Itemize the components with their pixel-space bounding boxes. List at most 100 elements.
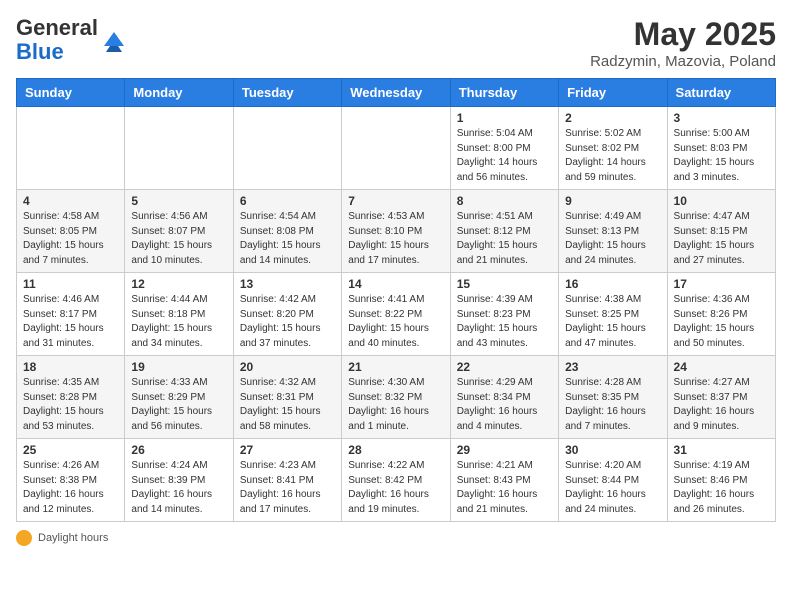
calendar-cell: 10 Sunrise: 4:47 AM Sunset: 8:15 PM Dayli… bbox=[667, 190, 775, 273]
calendar-cell: 31Sunrise: 4:19 AM Sunset: 8:46 PM Dayli… bbox=[667, 439, 775, 522]
day-detail: Sunrise: 4:38 AM Sunset: 8:25 PM Dayligh… bbox=[565, 293, 660, 351]
calendar-cell: 19 Sunrise: 4:33 AM Sunset: 8:29 PM Dayli… bbox=[125, 356, 233, 439]
day-detail: Sunrise: 4:47 AM Sunset: 8:15 PM Dayligh… bbox=[674, 210, 769, 268]
calendar-cell: 30Sunrise: 4:20 AM Sunset: 8:44 PM Dayli… bbox=[559, 439, 667, 522]
day-number: 6 bbox=[240, 194, 335, 208]
day-detail: Sunrise: 5:04 AM Sunset: 8:00 PM Dayligh… bbox=[457, 127, 552, 185]
day-number: 4 bbox=[23, 194, 118, 208]
day-number: 17 bbox=[674, 277, 769, 291]
calendar-cell: 21 Sunrise: 4:30 AM Sunset: 8:32 PM Dayli… bbox=[342, 356, 450, 439]
day-number: 18 bbox=[23, 360, 118, 374]
day-number: 28 bbox=[348, 443, 443, 457]
day-number: 8 bbox=[457, 194, 552, 208]
calendar-header-saturday: Saturday bbox=[667, 79, 775, 107]
day-number: 3 bbox=[674, 111, 769, 125]
logo: General Blue bbox=[16, 16, 128, 64]
day-number: 26 bbox=[131, 443, 226, 457]
calendar-cell: 28 Sunrise: 4:22 AM Sunset: 8:42 PM Dayli… bbox=[342, 439, 450, 522]
day-number: 22 bbox=[457, 360, 552, 374]
calendar-cell: 5 Sunrise: 4:56 AM Sunset: 8:07 PM Daylig… bbox=[125, 190, 233, 273]
day-detail: Sunrise: 4:42 AM Sunset: 8:20 PM Dayligh… bbox=[240, 293, 335, 351]
day-detail: Sunrise: 4:51 AM Sunset: 8:12 PM Dayligh… bbox=[457, 210, 552, 268]
day-number: 12 bbox=[131, 277, 226, 291]
calendar-cell: 20 Sunrise: 4:32 AM Sunset: 8:31 PM Dayli… bbox=[233, 356, 341, 439]
day-detail: Sunrise: 4:49 AM Sunset: 8:13 PM Dayligh… bbox=[565, 210, 660, 268]
day-number: 16 bbox=[565, 277, 660, 291]
day-number: 11 bbox=[23, 277, 118, 291]
calendar-header-wednesday: Wednesday bbox=[342, 79, 450, 107]
day-detail: Sunrise: 4:36 AM Sunset: 8:26 PM Dayligh… bbox=[674, 293, 769, 351]
day-number: 19 bbox=[131, 360, 226, 374]
day-detail: Sunrise: 4:33 AM Sunset: 8:29 PM Dayligh… bbox=[131, 376, 226, 434]
daylight-label: Daylight hours bbox=[38, 532, 108, 544]
page-header: General Blue May 2025 Radzymin, Mazovia,… bbox=[16, 16, 776, 70]
calendar-week-5: 25 Sunrise: 4:26 AM Sunset: 8:38 PM Dayli… bbox=[17, 439, 776, 522]
calendar-cell: 9 Sunrise: 4:49 AM Sunset: 8:13 PM Daylig… bbox=[559, 190, 667, 273]
day-detail: Sunrise: 4:29 AM Sunset: 8:34 PM Dayligh… bbox=[457, 376, 552, 434]
calendar-cell: 1 Sunrise: 5:04 AM Sunset: 8:00 PM Daylig… bbox=[450, 107, 558, 190]
day-number: 9 bbox=[565, 194, 660, 208]
day-detail: Sunrise: 4:39 AM Sunset: 8:23 PM Dayligh… bbox=[457, 293, 552, 351]
day-number: 25 bbox=[23, 443, 118, 457]
day-number: 14 bbox=[348, 277, 443, 291]
calendar-cell: 18Sunrise: 4:35 AM Sunset: 8:28 PM Dayli… bbox=[17, 356, 125, 439]
logo-icon bbox=[100, 26, 128, 54]
day-detail: Sunrise: 4:54 AM Sunset: 8:08 PM Dayligh… bbox=[240, 210, 335, 268]
day-detail: Sunrise: 4:19 AM Sunset: 8:46 PM Dayligh… bbox=[674, 459, 769, 517]
calendar-week-1: 1 Sunrise: 5:04 AM Sunset: 8:00 PM Daylig… bbox=[17, 107, 776, 190]
footer: Daylight hours bbox=[16, 530, 776, 546]
calendar-cell: 4Sunrise: 4:58 AM Sunset: 8:05 PM Daylig… bbox=[17, 190, 125, 273]
day-detail: Sunrise: 4:30 AM Sunset: 8:32 PM Dayligh… bbox=[348, 376, 443, 434]
day-number: 2 bbox=[565, 111, 660, 125]
day-detail: Sunrise: 4:32 AM Sunset: 8:31 PM Dayligh… bbox=[240, 376, 335, 434]
calendar-cell: 26 Sunrise: 4:24 AM Sunset: 8:39 PM Dayli… bbox=[125, 439, 233, 522]
logo-blue: Blue bbox=[16, 39, 64, 64]
day-number: 30 bbox=[565, 443, 660, 457]
location: Radzymin, Mazovia, Poland bbox=[590, 53, 776, 70]
calendar-cell: 14Sunrise: 4:41 AM Sunset: 8:22 PM Dayli… bbox=[342, 273, 450, 356]
day-detail: Sunrise: 4:26 AM Sunset: 8:38 PM Dayligh… bbox=[23, 459, 118, 517]
calendar-cell: 13 Sunrise: 4:42 AM Sunset: 8:20 PM Dayli… bbox=[233, 273, 341, 356]
calendar-week-2: 4Sunrise: 4:58 AM Sunset: 8:05 PM Daylig… bbox=[17, 190, 776, 273]
title-block: May 2025 Radzymin, Mazovia, Poland bbox=[590, 16, 776, 70]
calendar-header-monday: Monday bbox=[125, 79, 233, 107]
calendar-week-3: 11 Sunrise: 4:46 AM Sunset: 8:17 PM Dayli… bbox=[17, 273, 776, 356]
day-detail: Sunrise: 4:22 AM Sunset: 8:42 PM Dayligh… bbox=[348, 459, 443, 517]
day-number: 15 bbox=[457, 277, 552, 291]
calendar-cell: 8 Sunrise: 4:51 AM Sunset: 8:12 PM Daylig… bbox=[450, 190, 558, 273]
calendar-header-tuesday: Tuesday bbox=[233, 79, 341, 107]
day-number: 13 bbox=[240, 277, 335, 291]
calendar-cell: 12Sunrise: 4:44 AM Sunset: 8:18 PM Dayli… bbox=[125, 273, 233, 356]
calendar-cell: 24Sunrise: 4:27 AM Sunset: 8:37 PM Dayli… bbox=[667, 356, 775, 439]
calendar-cell: 3 Sunrise: 5:00 AM Sunset: 8:03 PM Daylig… bbox=[667, 107, 775, 190]
day-number: 21 bbox=[348, 360, 443, 374]
day-number: 1 bbox=[457, 111, 552, 125]
calendar-header-thursday: Thursday bbox=[450, 79, 558, 107]
day-detail: Sunrise: 4:24 AM Sunset: 8:39 PM Dayligh… bbox=[131, 459, 226, 517]
calendar-cell: 15 Sunrise: 4:39 AM Sunset: 8:23 PM Dayli… bbox=[450, 273, 558, 356]
calendar-cell: 27Sunrise: 4:23 AM Sunset: 8:41 PM Dayli… bbox=[233, 439, 341, 522]
calendar-cell: 17 Sunrise: 4:36 AM Sunset: 8:26 PM Dayli… bbox=[667, 273, 775, 356]
calendar-header-sunday: Sunday bbox=[17, 79, 125, 107]
calendar-cell: 25 Sunrise: 4:26 AM Sunset: 8:38 PM Dayli… bbox=[17, 439, 125, 522]
day-detail: Sunrise: 4:27 AM Sunset: 8:37 PM Dayligh… bbox=[674, 376, 769, 434]
calendar-cell: 7Sunrise: 4:53 AM Sunset: 8:10 PM Daylig… bbox=[342, 190, 450, 273]
footer-row: Daylight hours bbox=[16, 530, 776, 546]
day-detail: Sunrise: 4:21 AM Sunset: 8:43 PM Dayligh… bbox=[457, 459, 552, 517]
day-number: 5 bbox=[131, 194, 226, 208]
calendar-week-4: 18Sunrise: 4:35 AM Sunset: 8:28 PM Dayli… bbox=[17, 356, 776, 439]
calendar-cell: 6 Sunrise: 4:54 AM Sunset: 8:08 PM Daylig… bbox=[233, 190, 341, 273]
logo-general: General bbox=[16, 15, 98, 40]
calendar-header-friday: Friday bbox=[559, 79, 667, 107]
calendar-cell: 22 Sunrise: 4:29 AM Sunset: 8:34 PM Dayli… bbox=[450, 356, 558, 439]
calendar-cell: 16 Sunrise: 4:38 AM Sunset: 8:25 PM Dayli… bbox=[559, 273, 667, 356]
day-detail: Sunrise: 5:00 AM Sunset: 8:03 PM Dayligh… bbox=[674, 127, 769, 185]
day-detail: Sunrise: 5:02 AM Sunset: 8:02 PM Dayligh… bbox=[565, 127, 660, 185]
day-detail: Sunrise: 4:46 AM Sunset: 8:17 PM Dayligh… bbox=[23, 293, 118, 351]
month-year: May 2025 bbox=[590, 16, 776, 53]
day-detail: Sunrise: 4:56 AM Sunset: 8:07 PM Dayligh… bbox=[131, 210, 226, 268]
day-number: 20 bbox=[240, 360, 335, 374]
day-detail: Sunrise: 4:23 AM Sunset: 8:41 PM Dayligh… bbox=[240, 459, 335, 517]
calendar-cell: 11 Sunrise: 4:46 AM Sunset: 8:17 PM Dayli… bbox=[17, 273, 125, 356]
day-number: 10 bbox=[674, 194, 769, 208]
